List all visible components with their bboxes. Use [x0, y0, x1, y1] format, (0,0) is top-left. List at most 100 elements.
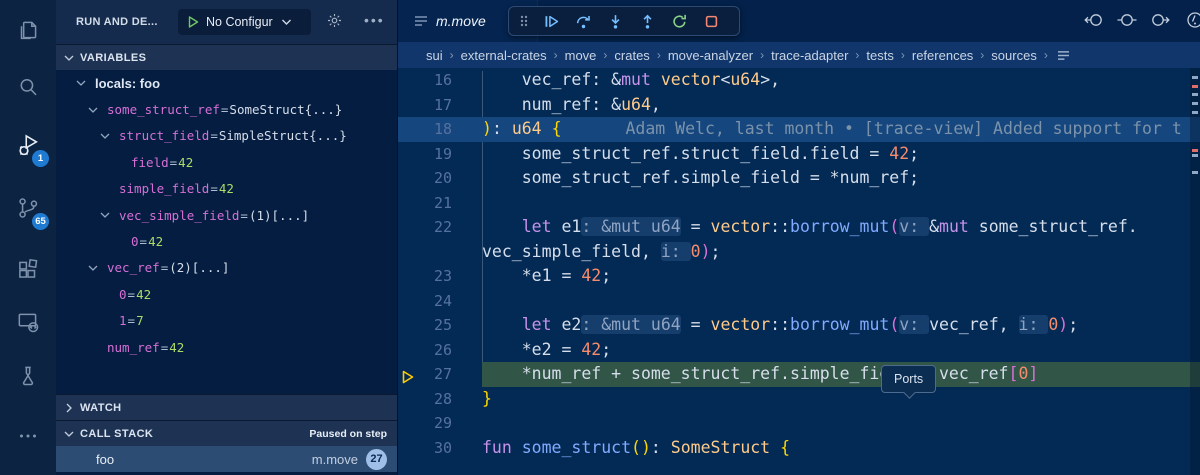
variable-row[interactable]: vec_simple_field = (1)[...]: [56, 202, 397, 228]
code-token: 42: [581, 340, 601, 359]
line-number[interactable]: 30: [398, 436, 452, 461]
breadcrumb-item-move[interactable]: move: [565, 48, 597, 63]
line-number[interactable]: 19: [398, 142, 452, 167]
equals-sign: =: [169, 155, 179, 170]
ruler-decoration: [1192, 149, 1198, 152]
breadcrumb-item-sui[interactable]: sui: [426, 48, 443, 63]
git-blame-annotation: Adam Welc, last month • [trace-view] Add…: [562, 119, 1182, 138]
code-line[interactable]: 24: [398, 289, 1200, 314]
line-number[interactable]: 20: [398, 166, 452, 191]
line-number[interactable]: 29: [398, 411, 452, 436]
breadcrumb-item-move-analyzer[interactable]: move-analyzer: [668, 48, 753, 63]
line-number[interactable]: 16: [398, 68, 452, 93]
breadcrumb-item-references[interactable]: references: [912, 48, 973, 63]
testing-beaker-icon[interactable]: [0, 352, 56, 400]
breadcrumb-item-sources[interactable]: sources: [991, 48, 1037, 63]
toolbar-drag-handle[interactable]: [515, 8, 533, 34]
line-number[interactable]: 23: [398, 264, 452, 289]
stop-icon[interactable]: [697, 8, 725, 34]
code-line[interactable]: 21: [398, 191, 1200, 216]
code-line[interactable]: 27 *num_ref + some_struct_ref.simple_fie…: [398, 362, 1200, 387]
remote-explorer-icon[interactable]: [0, 298, 56, 346]
variable-row[interactable]: num_ref = 42: [56, 334, 397, 360]
variable-row[interactable]: some_struct_ref = SomeStruct{...}: [56, 96, 397, 122]
code-line[interactable]: 23 *e1 = 42;: [398, 264, 1200, 289]
launch-config-dropdown[interactable]: No Configur: [178, 9, 311, 35]
code-line[interactable]: 29: [398, 411, 1200, 436]
line-number[interactable]: 26: [398, 338, 452, 363]
variable-row[interactable]: 0 = 42: [56, 228, 397, 254]
variable-row[interactable]: locals: foo: [56, 70, 397, 96]
variable-row[interactable]: struct_field = SimpleStruct{...}: [56, 123, 397, 149]
line-number[interactable]: 22: [398, 215, 452, 240]
variable-row[interactable]: vec_ref = (2)[...]: [56, 255, 397, 281]
watch-section-header[interactable]: WATCH: [56, 394, 397, 420]
line-number[interactable]: 21: [398, 191, 452, 216]
search-icon[interactable]: [0, 63, 56, 111]
code-line[interactable]: 20 some_struct_ref.simple_field = *num_r…: [398, 166, 1200, 191]
breadcrumb-item-external-crates[interactable]: external-crates: [461, 48, 547, 63]
explorer-icon[interactable]: [0, 6, 56, 54]
editor-tab-bar: m.move: [398, 0, 1200, 42]
trace-step-forward-icon[interactable]: [1147, 8, 1173, 32]
gear-icon[interactable]: [326, 12, 343, 34]
line-number[interactable]: 17: [398, 93, 452, 118]
code-line[interactable]: 30fun some_struct(): SomeStruct {: [398, 436, 1200, 461]
variable-value: 42: [148, 234, 163, 249]
chevron-down-icon[interactable]: [100, 132, 119, 140]
code-line[interactable]: 26 *e2 = 42;: [398, 338, 1200, 363]
extensions-icon[interactable]: [0, 246, 56, 294]
line-number[interactable]: 24: [398, 289, 452, 314]
code-line[interactable]: 17 num_ref: &u64,: [398, 93, 1200, 118]
variable-value: (1)[...]: [249, 208, 309, 223]
chevron-down-icon[interactable]: [100, 211, 119, 219]
code-line[interactable]: 18): u64 {Adam Welc, last month • [trace…: [398, 117, 1200, 142]
editor-actions: [1081, 8, 1200, 32]
breadcrumb-item-crates[interactable]: crates: [614, 48, 649, 63]
code-token: =: [681, 217, 711, 236]
variable-row[interactable]: simple_field = 42: [56, 176, 397, 202]
overview-ruler[interactable]: [1190, 68, 1200, 475]
variable-row[interactable]: 1 = 7: [56, 308, 397, 334]
line-number[interactable]: 25: [398, 313, 452, 338]
step-out-icon[interactable]: [633, 8, 661, 34]
breadcrumb-item-tests[interactable]: tests: [866, 48, 893, 63]
stack-frame-line-badge: 27: [366, 449, 387, 470]
breadcrumb-item-trace-adapter[interactable]: trace-adapter: [771, 48, 848, 63]
variables-tree: locals: foo some_struct_ref = SomeStruct{…: [56, 70, 397, 394]
start-debug-icon[interactable]: [186, 15, 200, 29]
line-number[interactable]: 18: [398, 117, 452, 142]
code-area[interactable]: 16 vec_ref: &mut vector<u64>,17 num_ref:…: [398, 68, 1200, 475]
stack-frame-row[interactable]: foo m.move 27: [56, 446, 397, 472]
trace-current-icon[interactable]: [1114, 8, 1140, 32]
code-line[interactable]: 25 let e2: &mut u64 = vector::borrow_mut…: [398, 313, 1200, 338]
code-line[interactable]: 19 some_struct_ref.struct_field.field = …: [398, 142, 1200, 167]
restart-icon[interactable]: [665, 8, 693, 34]
code-line[interactable]: vec_simple_field, i: 0);: [398, 240, 1200, 265]
call-stack-section-header[interactable]: CALL STACK Paused on step: [56, 420, 397, 446]
variables-section-header[interactable]: VARIABLES: [56, 44, 397, 70]
continue-icon[interactable]: [537, 8, 565, 34]
step-over-icon[interactable]: [569, 8, 597, 34]
chevron-down-icon[interactable]: [76, 79, 95, 87]
more-actions-icon[interactable]: [0, 412, 56, 460]
equals-sign: =: [239, 208, 249, 223]
chevron-down-icon[interactable]: [88, 106, 107, 114]
variable-row[interactable]: field = 42: [56, 149, 397, 175]
trace-step-back-icon[interactable]: [1081, 8, 1107, 32]
scope-label: locals: foo: [95, 76, 160, 91]
code-line[interactable]: 16 vec_ref: &mut vector<u64>,: [398, 68, 1200, 93]
views-more-actions-icon[interactable]: •••: [364, 12, 385, 28]
code-token: u64: [730, 70, 760, 89]
step-into-icon[interactable]: [601, 8, 629, 34]
activity-bar: 1 65: [0, 0, 56, 475]
equals-sign: =: [127, 287, 137, 302]
chevron-down-icon[interactable]: [88, 264, 107, 272]
code-line[interactable]: 22 let e1: &mut u64 = vector::borrow_mut…: [398, 215, 1200, 240]
line-number[interactable]: [398, 240, 452, 265]
trace-info-icon[interactable]: [1180, 8, 1200, 32]
source-control-icon[interactable]: 65: [0, 184, 56, 232]
code-line[interactable]: 28}: [398, 387, 1200, 412]
run-and-debug-icon[interactable]: 1: [0, 121, 56, 169]
variable-row[interactable]: 0 = 42: [56, 281, 397, 307]
